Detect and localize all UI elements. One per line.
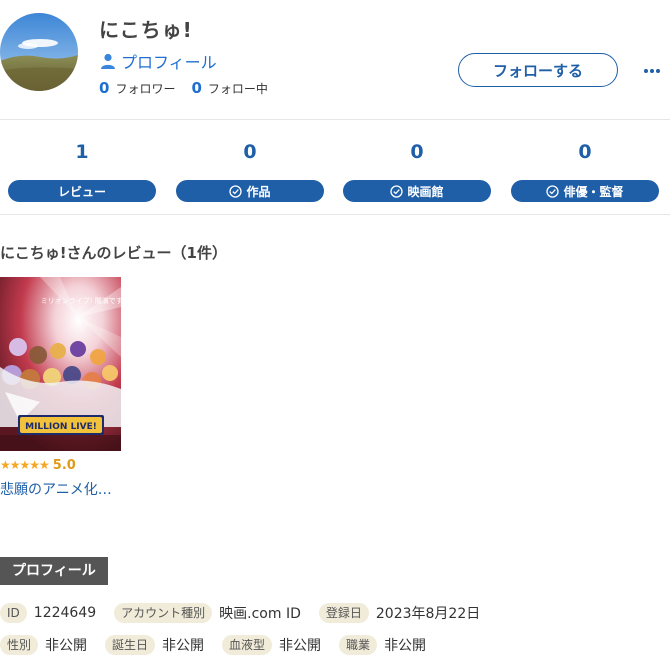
person-icon xyxy=(101,53,115,69)
followers-label[interactable]: フォロワー xyxy=(115,80,175,97)
stat-count: 0 xyxy=(578,141,592,163)
info-tag-birthday: 誕生日 xyxy=(105,635,156,655)
profile-info-row: 性別 非公開 誕生日 非公開 血液型 非公開 職業 非公開 xyxy=(0,635,444,655)
info-value-occupation: 非公開 xyxy=(384,638,427,654)
following-count[interactable]: 0 xyxy=(191,79,201,97)
stat-theaters[interactable]: 0 映画館 xyxy=(343,132,491,202)
more-horizontal-icon[interactable] xyxy=(640,62,664,80)
poster-tagline: ミリオンライブ! 開演です!!! xyxy=(41,296,121,305)
rating-score: 5.0 xyxy=(52,457,76,473)
followers-count[interactable]: 0 xyxy=(99,79,109,97)
divider xyxy=(0,214,670,215)
info-value-gender: 非公開 xyxy=(45,638,88,654)
profile-section-heading: プロフィール xyxy=(0,557,108,585)
review-title-link[interactable]: 悲願のアニメ化… xyxy=(0,479,130,499)
info-value-birthday: 非公開 xyxy=(162,638,205,654)
info-tag-account-type: アカウント種別 xyxy=(114,603,213,623)
stat-count: 0 xyxy=(243,141,257,163)
reviews-section-title: にこちゅ!さんのレビュー（1件） xyxy=(0,244,227,262)
stat-reviews-button[interactable]: レビュー xyxy=(8,180,156,202)
review-card[interactable]: MILLION LIVE! ミリオンライブ! 開演です!!! ★★★★★ 5.0… xyxy=(0,277,121,499)
stat-works-button[interactable]: 作品 xyxy=(176,180,324,202)
stat-count: 0 xyxy=(410,141,424,163)
info-tag-blood-type: 血液型 xyxy=(222,635,273,655)
stat-count: 1 xyxy=(75,141,89,163)
activity-stats: 1 レビュー 0 作品 0 映画館 0 俳優・監督 xyxy=(0,132,670,212)
review-rating: ★★★★★ 5.0 xyxy=(0,457,121,473)
stat-label: レビュー xyxy=(57,184,106,199)
username: にこちゅ! xyxy=(99,18,193,42)
following-label[interactable]: フォロー中 xyxy=(208,80,268,97)
poster-image: MILLION LIVE! ミリオンライブ! 開演です!!! xyxy=(0,277,121,451)
info-value-registered: 2023年8月22日 xyxy=(375,606,481,622)
stat-label: 映画館 xyxy=(407,184,444,199)
avatar-image xyxy=(0,13,78,91)
more-dots-glyph xyxy=(644,69,660,73)
stat-works[interactable]: 0 作品 xyxy=(176,132,324,202)
info-tag-registered: 登録日 xyxy=(318,603,369,623)
check-circle-icon xyxy=(229,184,243,198)
info-value-id: 1224649 xyxy=(33,605,97,621)
info-tag-occupation: 職業 xyxy=(339,635,378,655)
movie-poster[interactable]: MILLION LIVE! ミリオンライブ! 開演です!!! xyxy=(0,277,121,451)
profile-link[interactable]: プロフィール xyxy=(99,49,217,73)
stat-label: 作品 xyxy=(246,184,271,199)
poster-logo: MILLION LIVE! xyxy=(25,422,97,432)
info-value-account-type: 映画.com ID xyxy=(219,606,301,622)
stat-people[interactable]: 0 俳優・監督 xyxy=(511,132,659,202)
info-value-blood-type: 非公開 xyxy=(279,638,322,654)
info-tag-id: ID xyxy=(0,603,27,623)
check-circle-icon xyxy=(390,184,404,198)
profile-link-label: プロフィール xyxy=(121,53,217,72)
stat-people-button[interactable]: 俳優・監督 xyxy=(511,180,659,202)
follow-stats: 0 フォロワー 0 フォロー中 xyxy=(99,79,284,97)
avatar[interactable] xyxy=(0,13,78,91)
stat-theaters-button[interactable]: 映画館 xyxy=(343,180,491,202)
profile-header: にこちゅ! プロフィール 0 フォロワー 0 フォロー中 フォローする xyxy=(0,0,670,120)
stat-reviews[interactable]: 1 レビュー xyxy=(8,132,156,202)
star-rating-icon: ★★★★★ xyxy=(0,458,50,472)
divider xyxy=(0,119,670,120)
info-tag-gender: 性別 xyxy=(0,635,39,655)
check-circle-icon xyxy=(546,184,560,198)
follow-button[interactable]: フォローする xyxy=(458,53,618,87)
profile-info-row: ID 1224649 アカウント種別 映画.com ID 登録日 2023年8月… xyxy=(0,603,498,623)
stat-label: 俳優・監督 xyxy=(563,184,624,199)
